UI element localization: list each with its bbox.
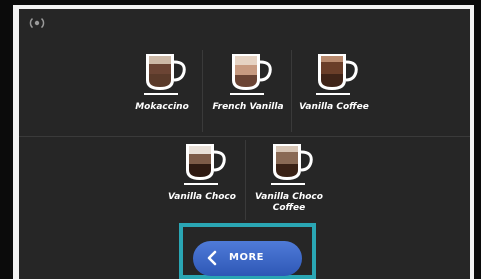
cup-icon — [184, 144, 226, 185]
cup-icon — [144, 54, 186, 95]
chevron-left-icon — [205, 250, 221, 266]
drink-label: Vanilla Coffee — [299, 102, 369, 112]
drink-label: Mokaccino — [135, 102, 189, 112]
drink-label: Vanilla Choco Coffee — [255, 192, 323, 213]
more-button-label: MORE — [229, 252, 264, 263]
drink-tile-vanilla-choco[interactable]: Vanilla Choco — [157, 140, 247, 203]
drink-tile-mokaccino[interactable]: Mokaccino — [117, 50, 207, 113]
cup-icon — [230, 54, 272, 95]
more-button[interactable]: MORE — [193, 241, 302, 276]
drink-label: French Vanilla — [212, 102, 284, 112]
cup-icon — [316, 54, 358, 95]
drink-tile-vanilla-choco-coffee[interactable]: Vanilla Choco Coffee — [246, 140, 332, 214]
row-divider — [19, 136, 470, 137]
drink-label: Vanilla Choco — [168, 192, 236, 202]
drink-tile-french-vanilla[interactable]: French Vanilla — [203, 50, 293, 113]
wifi-icon — [29, 16, 45, 30]
drink-tile-vanilla-coffee[interactable]: Vanilla Coffee — [289, 50, 379, 113]
cup-icon — [271, 144, 313, 185]
